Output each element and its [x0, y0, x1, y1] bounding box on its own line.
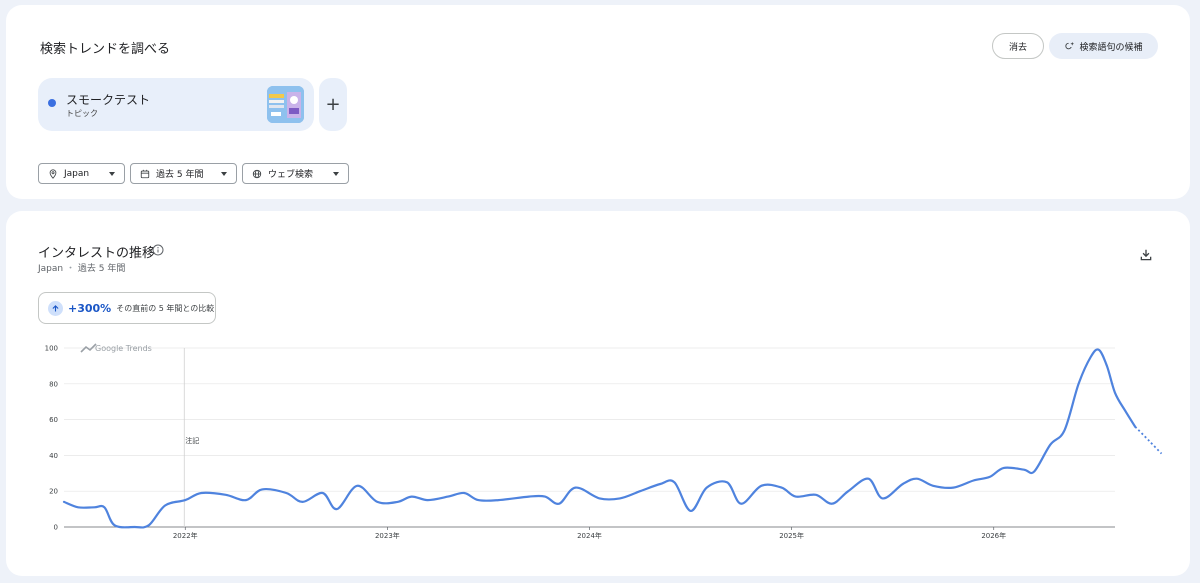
y-tick-label: 60 [49, 416, 58, 424]
region-filter-label: Japan [64, 168, 90, 179]
x-tick-label: 2024年 [577, 531, 602, 540]
x-tick-label: 2022年 [173, 531, 198, 540]
y-tick-label: 80 [49, 380, 58, 388]
region-filter[interactable]: Japan [38, 163, 125, 184]
watermark-text: Google Trends [95, 344, 152, 353]
google-trends-watermark: Google Trends [80, 343, 152, 353]
series-line [62, 348, 1137, 529]
series-partial-line [1134, 426, 1163, 455]
x-tick-label: 2026年 [981, 531, 1006, 540]
time-range-filter[interactable]: 過去 5 年間 [130, 163, 237, 184]
term-name: スモークテスト [66, 93, 151, 107]
x-tick-label: 2023年 [375, 531, 400, 540]
calendar-icon [140, 169, 150, 178]
term-type: トピック [66, 109, 98, 118]
explore-title: 検索トレンドを調べる [40, 42, 171, 57]
explore-card: 検索トレンドを調べる 消去 検索語句の候補 スモークテスト トピック + Jap… [6, 5, 1190, 199]
time-range-filter-label: 過去 5 年間 [156, 170, 204, 180]
term-thumbnail-image [267, 86, 304, 123]
search-term-chip[interactable]: スモークテスト トピック [38, 78, 314, 131]
clear-button[interactable]: 消去 [992, 33, 1044, 59]
search-type-filter[interactable]: ウェブ検索 [242, 163, 349, 184]
term-color-dot [48, 99, 56, 107]
suggest-terms-button[interactable]: 検索語句の候補 [1049, 33, 1158, 59]
chevron-down-icon [109, 172, 115, 176]
location-pin-icon [49, 168, 57, 179]
chevron-down-icon [333, 172, 339, 176]
chevron-down-icon [221, 172, 227, 176]
y-tick-label: 20 [49, 488, 58, 496]
note-marker[interactable]: 注記 [185, 436, 199, 445]
add-term-button[interactable]: + [319, 78, 347, 131]
interest-over-time-card: インタレストの推移 Japan ・ 過去 5 年間 +300% その直前の 5 … [6, 211, 1190, 576]
x-tick-label: 2025年 [779, 531, 804, 540]
y-tick-label: 0 [54, 524, 58, 532]
globe-icon [252, 169, 262, 178]
search-type-filter-label: ウェブ検索 [268, 170, 314, 180]
suggest-terms-label: 検索語句の候補 [1079, 42, 1143, 53]
interest-line-chart: 0 20 40 60 80 100 2022年 2023年 2024年 2025年 2026年 Go… [45, 343, 1163, 540]
y-tick-label: 100 [45, 345, 58, 353]
y-tick-label: 40 [49, 452, 58, 460]
sparkle-pin-icon [1065, 41, 1075, 49]
